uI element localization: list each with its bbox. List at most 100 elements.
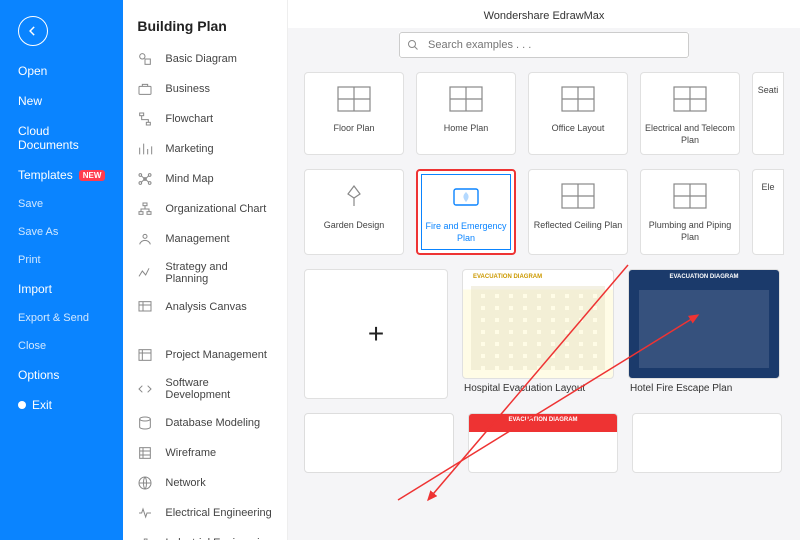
category-label: Management [165, 233, 229, 245]
template-label: Reflected Ceiling Plan [534, 220, 623, 242]
ie-icon [137, 535, 153, 540]
sample-item[interactable] [468, 413, 618, 473]
shapes-icon [137, 51, 153, 67]
plus-icon: + [368, 318, 384, 350]
nav-print[interactable]: Print [0, 246, 123, 274]
sidebar: OpenNewCloud DocumentsTemplatesNEWSaveSa… [0, 0, 123, 540]
template-icon [560, 182, 596, 210]
main-area: Wondershare EdrawMax Floor Plan Home Plan… [288, 0, 800, 540]
category-label: Analysis Canvas [165, 301, 246, 313]
template-icon [448, 183, 484, 211]
template-home-plan[interactable]: Home Plan [416, 72, 516, 155]
nav-open[interactable]: Open [0, 56, 123, 86]
bars-icon [137, 141, 153, 157]
category-software-development[interactable]: Software Development [123, 370, 287, 408]
category-management[interactable]: Management [123, 224, 287, 254]
category-mind-map[interactable]: Mind Map [123, 164, 287, 194]
category-label: Flowchart [165, 113, 213, 125]
nav-export-send[interactable]: Export & Send [0, 304, 123, 332]
category-label: Database Modeling [165, 417, 260, 429]
template-label: Garden Design [324, 220, 385, 242]
template-icon [672, 85, 708, 113]
template-label: Floor Plan [333, 123, 374, 145]
template-label: Electrical and Telecom Plan [645, 123, 735, 146]
template-seati[interactable]: Seati [752, 72, 784, 155]
template-electrical-and-telecom-plan[interactable]: Electrical and Telecom Plan [640, 72, 740, 155]
category-network[interactable]: Network [123, 468, 287, 498]
sample-hotel-fire-escape-plan[interactable]: Hotel Fire Escape Plan [628, 269, 780, 399]
nav-save[interactable]: Save [0, 190, 123, 218]
category-database-modeling[interactable]: Database Modeling [123, 408, 287, 438]
category-label: Software Development [165, 377, 273, 401]
nav-close[interactable]: Close [0, 332, 123, 360]
code-icon [137, 381, 153, 397]
template-plumbing-and-piping-plan[interactable]: Plumbing and Piping Plan [640, 169, 740, 254]
template-office-layout[interactable]: Office Layout [528, 72, 628, 155]
category-business[interactable]: Business [123, 74, 287, 104]
search-bar [399, 32, 689, 58]
sample-thumbnail [628, 269, 780, 379]
app-title: Wondershare EdrawMax [288, 0, 800, 28]
sample-thumbnail [468, 413, 618, 473]
nav-exit[interactable]: Exit [0, 390, 123, 420]
nav-cloud-documents[interactable]: Cloud Documents [0, 116, 123, 160]
template-icon [448, 85, 484, 113]
template-label: Fire and Emergency Plan [422, 221, 510, 244]
sample-thumbnail [462, 269, 614, 379]
category-label: Marketing [165, 143, 213, 155]
category-basic-diagram[interactable]: Basic Diagram [123, 44, 287, 74]
category-flowchart[interactable]: Flowchart [123, 104, 287, 134]
template-label: Ele [761, 182, 774, 204]
category-label: Network [165, 477, 205, 489]
category-label: Project Management [165, 349, 267, 361]
sample-label: Hotel Fire Escape Plan [628, 379, 780, 398]
category-electrical-engineering[interactable]: Electrical Engineering [123, 498, 287, 528]
category-marketing[interactable]: Marketing [123, 134, 287, 164]
nav-import[interactable]: Import [0, 274, 123, 304]
search-icon [407, 38, 419, 56]
nav-templates[interactable]: TemplatesNEW [0, 160, 123, 190]
category-label: Strategy and Planning [165, 261, 273, 285]
flow-icon [137, 111, 153, 127]
template-icon [336, 85, 372, 113]
sample-item[interactable] [632, 413, 782, 473]
search-input[interactable] [399, 32, 689, 58]
nav-new[interactable]: New [0, 86, 123, 116]
category-strategy-and-planning[interactable]: Strategy and Planning [123, 254, 287, 292]
category-label: Mind Map [165, 173, 213, 185]
category-organizational-chart[interactable]: Organizational Chart [123, 194, 287, 224]
template-floor-plan[interactable]: Floor Plan [304, 72, 404, 155]
category-analysis-canvas[interactable]: Analysis Canvas [123, 292, 287, 322]
blank-template[interactable]: + [304, 269, 448, 399]
category-label: Wireframe [165, 447, 216, 459]
mgmt-icon [137, 231, 153, 247]
mind-icon [137, 171, 153, 187]
zigzag-icon [137, 265, 153, 281]
template-garden-design[interactable]: Garden Design [304, 169, 404, 254]
template-label: Office Layout [552, 123, 605, 145]
template-label: Seati [758, 85, 779, 107]
nav-options[interactable]: Options [0, 360, 123, 390]
category-label: Electrical Engineering [165, 507, 271, 519]
templates-area: Floor Plan Home Plan Office Layout Electric… [288, 72, 800, 540]
nav-save-as[interactable]: Save As [0, 218, 123, 246]
ee-icon [137, 505, 153, 521]
wire-icon [137, 445, 153, 461]
sample-thumbnail [632, 413, 782, 473]
sample-item[interactable] [304, 413, 454, 473]
template-ele[interactable]: Ele [752, 169, 784, 254]
sample-hospital-evacuation-layout[interactable]: Hospital Evacuation Layout [462, 269, 614, 399]
category-label: Organizational Chart [165, 203, 266, 215]
briefcase-icon [137, 81, 153, 97]
net-icon [137, 475, 153, 491]
sample-thumbnail [304, 413, 454, 473]
category-wireframe[interactable]: Wireframe [123, 438, 287, 468]
template-fire-and-emergency-plan[interactable]: Fire and Emergency Plan [416, 169, 516, 254]
category-project-management[interactable]: Project Management [123, 340, 287, 370]
back-button[interactable] [18, 16, 48, 46]
template-reflected-ceiling-plan[interactable]: Reflected Ceiling Plan [528, 169, 628, 254]
template-icon [560, 85, 596, 113]
db-icon [137, 415, 153, 431]
project-icon [137, 347, 153, 363]
category-industrial-engineering[interactable]: Industrial Engineering [123, 528, 287, 540]
